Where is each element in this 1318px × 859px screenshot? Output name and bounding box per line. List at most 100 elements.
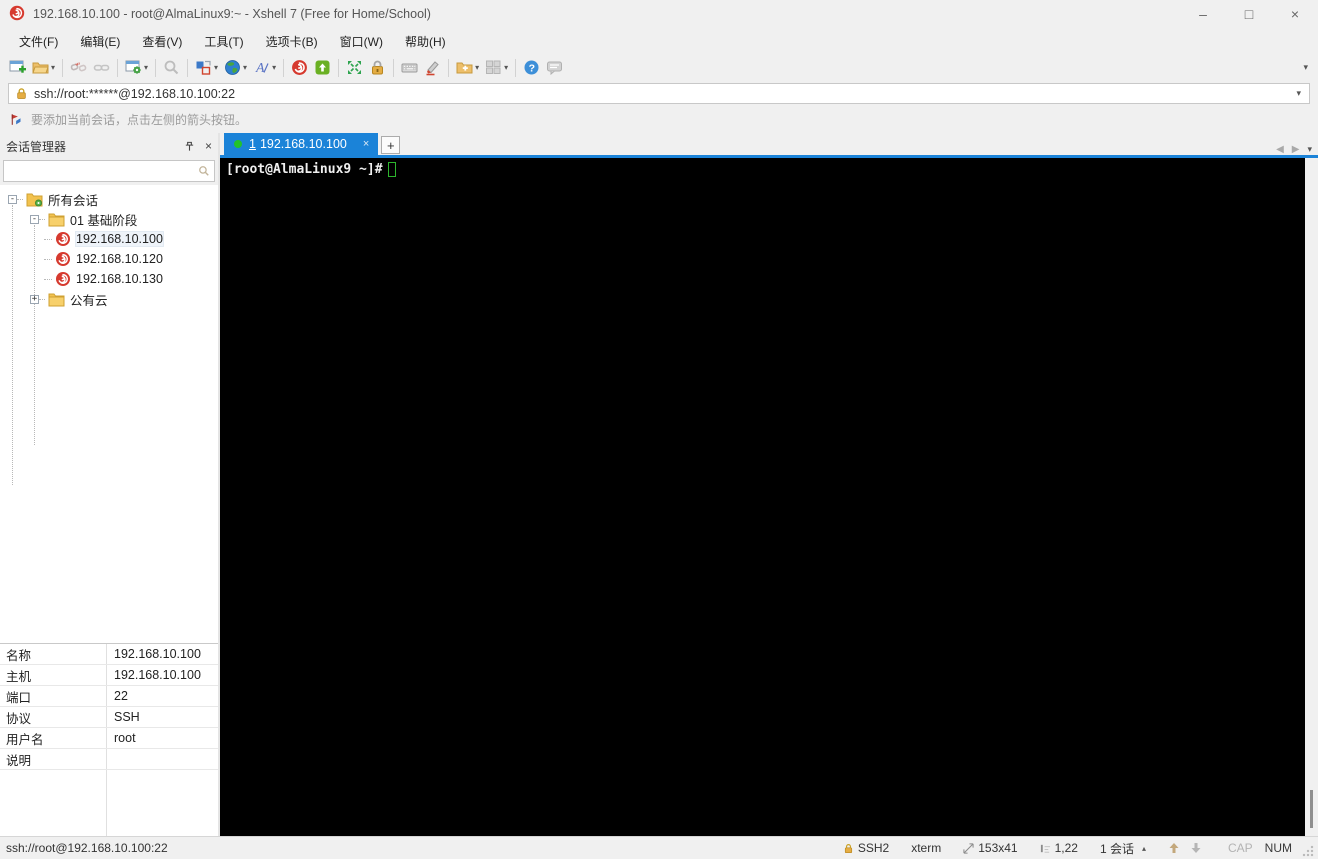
fullscreen-button[interactable] bbox=[343, 56, 366, 79]
property-row-username: 用户名 root bbox=[0, 728, 218, 749]
session-icon bbox=[55, 231, 71, 247]
info-bar: 要添加当前会话，点击左侧的箭头按钮。 bbox=[0, 106, 1318, 133]
property-value: 22 bbox=[114, 689, 128, 703]
tree-item-group-basic[interactable]: - 01 基础阶段 bbox=[0, 209, 218, 229]
collapse-icon[interactable]: - bbox=[8, 194, 17, 204]
font-dropdown[interactable]: ▾ bbox=[272, 63, 276, 72]
feedback-icon bbox=[547, 61, 563, 76]
panel-close-icon[interactable]: × bbox=[205, 139, 212, 153]
tile-layout-button[interactable]: ▾ bbox=[482, 56, 511, 79]
tile-layout-dropdown[interactable]: ▾ bbox=[504, 63, 508, 72]
property-label: 端口 bbox=[0, 686, 107, 706]
session-manager-panel: 会话管理器 × - 所有会话 - 01 基础阶段 192.168.10.100 … bbox=[0, 133, 220, 836]
menu-tools[interactable]: 工具(T) bbox=[193, 30, 254, 53]
xshell-launch-button[interactable] bbox=[288, 56, 311, 79]
minimize-button[interactable]: – bbox=[1180, 0, 1226, 28]
xftp-launch-button[interactable] bbox=[311, 56, 334, 79]
new-folder-dropdown[interactable]: ▾ bbox=[475, 63, 479, 72]
font-button[interactable]: A ▾ bbox=[250, 56, 279, 79]
address-dropdown[interactable]: ▾ bbox=[1294, 88, 1303, 99]
property-label: 用户名 bbox=[0, 728, 107, 748]
status-session-count[interactable]: 1 会话 ▴ bbox=[1100, 840, 1146, 857]
screen-size-label: 153x41 bbox=[978, 841, 1018, 855]
disconnect-icon bbox=[70, 62, 87, 72]
tab-scroll-right-icon[interactable]: ▶ bbox=[1292, 144, 1300, 155]
tree-item-group-cloud[interactable]: + 公有云 bbox=[0, 289, 218, 309]
status-terminal-type[interactable]: xterm bbox=[911, 841, 941, 855]
menu-edit[interactable]: 编辑(E) bbox=[69, 30, 131, 53]
session-search-box[interactable] bbox=[3, 160, 215, 182]
find-button[interactable] bbox=[160, 56, 183, 79]
reconnect-button[interactable] bbox=[90, 56, 113, 79]
close-button[interactable]: × bbox=[1272, 0, 1318, 28]
cursor-position-label: 1,22 bbox=[1054, 841, 1078, 855]
virtual-keyboard-button[interactable] bbox=[398, 56, 421, 79]
new-tab-button[interactable]: + bbox=[381, 136, 401, 154]
feedback-button[interactable] bbox=[543, 56, 566, 79]
pin-icon[interactable] bbox=[184, 141, 195, 152]
tree-label-group-basic[interactable]: 01 基础阶段 bbox=[70, 210, 137, 229]
caps-lock-indicator: CAP bbox=[1227, 841, 1253, 855]
collapse-icon[interactable]: - bbox=[30, 214, 39, 224]
tab-close-icon[interactable]: × bbox=[363, 138, 369, 150]
tab-session-100[interactable]: 1 192.168.10.100 × bbox=[224, 133, 379, 155]
menu-window[interactable]: 窗口(W) bbox=[329, 30, 394, 53]
menu-file[interactable]: 文件(F) bbox=[8, 30, 69, 53]
new-folder-button[interactable]: ▾ bbox=[453, 56, 482, 79]
tree-item-all-sessions[interactable]: - 所有会话 bbox=[0, 189, 218, 209]
tree-label-session-100[interactable]: 192.168.10.100 bbox=[75, 231, 164, 247]
tree-item-session-120[interactable]: 192.168.10.120 bbox=[0, 249, 218, 269]
xshell-window: 192.168.10.100 - root@AlmaLinux9:~ - Xsh… bbox=[0, 0, 1318, 859]
web-browser-dropdown[interactable]: ▾ bbox=[243, 63, 247, 72]
resize-grip[interactable] bbox=[1302, 844, 1314, 857]
tree-item-session-130[interactable]: 192.168.10.130 bbox=[0, 269, 218, 289]
ssh-lock-icon bbox=[844, 843, 852, 853]
menu-help[interactable]: 帮助(H) bbox=[394, 30, 457, 53]
session-search-input[interactable] bbox=[4, 162, 198, 180]
disconnect-button[interactable] bbox=[67, 56, 90, 79]
property-value: SSH bbox=[114, 710, 140, 724]
property-label: 名称 bbox=[0, 644, 107, 664]
terminal-screen[interactable]: [root@AlmaLinux9 ~]# bbox=[220, 158, 1305, 836]
tab-list-dropdown[interactable]: ▾ bbox=[1307, 144, 1312, 155]
compose-pane-button[interactable]: ▾ bbox=[192, 56, 221, 79]
terminal-scrollbar[interactable] bbox=[1305, 158, 1318, 836]
font-size-up-button[interactable] bbox=[1168, 842, 1184, 854]
tree-label-group-cloud[interactable]: 公有云 bbox=[70, 290, 108, 309]
session-properties-button[interactable]: ▾ bbox=[122, 56, 151, 79]
address-field[interactable]: ssh://root:******@192.168.10.100:22 ▾ bbox=[8, 83, 1310, 104]
tab-number: 1 bbox=[249, 137, 256, 151]
status-screen-size: 153x41 bbox=[963, 841, 1018, 855]
scrollbar-thumb[interactable] bbox=[1310, 790, 1313, 828]
info-message: 要添加当前会话，点击左侧的箭头按钮。 bbox=[31, 113, 248, 127]
tree-item-session-100[interactable]: 192.168.10.100 bbox=[0, 229, 218, 249]
maximize-button[interactable]: □ bbox=[1226, 0, 1272, 28]
property-row-port: 端口 22 bbox=[0, 686, 218, 707]
session-properties-dropdown[interactable]: ▾ bbox=[144, 63, 148, 72]
toolbar-overflow-dropdown[interactable]: ▾ bbox=[1303, 62, 1312, 73]
tree-label-all-sessions[interactable]: 所有会话 bbox=[48, 190, 98, 209]
compose-pane-dropdown[interactable]: ▾ bbox=[214, 63, 218, 72]
add-folder-icon bbox=[456, 62, 473, 74]
new-session-button[interactable] bbox=[6, 56, 29, 79]
tree-label-session-130[interactable]: 192.168.10.130 bbox=[76, 272, 163, 286]
terminal-area[interactable]: [root@AlmaLinux9 ~]# bbox=[220, 158, 1318, 836]
tab-scroll-left-icon[interactable]: ◀ bbox=[1276, 144, 1284, 155]
session-icon bbox=[55, 271, 71, 287]
font-icon: A bbox=[255, 61, 269, 76]
address-url[interactable]: ssh://root:******@192.168.10.100:22 bbox=[34, 87, 1294, 101]
open-session-button[interactable]: ▾ bbox=[29, 56, 58, 79]
web-browser-button[interactable]: ▾ bbox=[221, 56, 250, 79]
expand-icon[interactable]: + bbox=[30, 294, 39, 304]
tree-label-session-120[interactable]: 192.168.10.120 bbox=[76, 252, 163, 266]
lock-screen-button[interactable] bbox=[366, 56, 389, 79]
highlight-button[interactable] bbox=[421, 56, 444, 79]
font-size-down-button[interactable] bbox=[1190, 842, 1206, 854]
menu-tabs[interactable]: 选项卡(B) bbox=[255, 30, 329, 53]
help-button[interactable]: ? bbox=[520, 56, 543, 79]
open-session-dropdown[interactable]: ▾ bbox=[51, 63, 55, 72]
new-session-icon bbox=[9, 60, 26, 73]
compose-pane-icon bbox=[196, 60, 211, 75]
menu-view[interactable]: 查看(V) bbox=[131, 30, 193, 53]
session-count-dropdown[interactable]: ▴ bbox=[1142, 844, 1146, 853]
